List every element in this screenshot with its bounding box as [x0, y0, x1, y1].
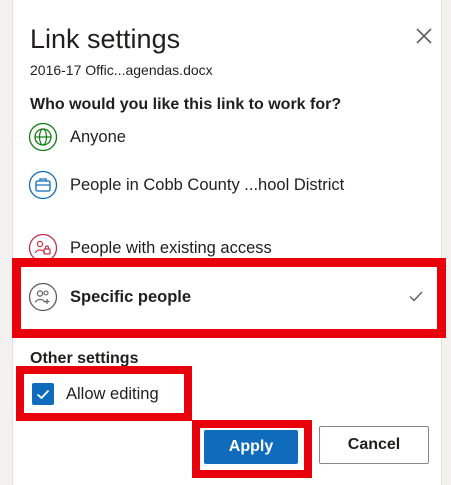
apply-button[interactable]: Apply — [204, 430, 298, 464]
option-organization-label: People in Cobb County ...hool District — [70, 176, 345, 194]
cancel-button[interactable]: Cancel — [319, 426, 429, 464]
background-frame-right — [441, 0, 451, 485]
people-add-icon — [28, 282, 58, 312]
allow-editing-option[interactable]: Allow editing — [32, 383, 159, 405]
option-organization[interactable]: People in Cobb County ...hool District — [24, 170, 404, 200]
background-frame-left — [0, 0, 13, 485]
dialog-title: Link settings — [30, 24, 181, 54]
checkbox-check-icon — [36, 389, 50, 400]
allow-editing-checkbox[interactable] — [32, 383, 54, 405]
option-anyone[interactable]: Anyone — [24, 122, 126, 152]
allow-editing-label: Allow editing — [66, 384, 159, 403]
globe-icon — [28, 122, 58, 152]
briefcase-icon — [28, 170, 58, 200]
option-anyone-label: Anyone — [70, 128, 126, 146]
option-existing-access-label: People with existing access — [70, 239, 272, 257]
checkmark-icon — [409, 291, 423, 302]
file-name: 2016-17 Offic...agendas.docx — [30, 62, 213, 78]
option-specific-people-label: Specific people — [70, 288, 192, 306]
option-specific-people[interactable]: Specific people — [24, 273, 436, 321]
close-icon[interactable] — [412, 24, 436, 48]
audience-question: Who would you like this link to work for… — [30, 96, 342, 113]
